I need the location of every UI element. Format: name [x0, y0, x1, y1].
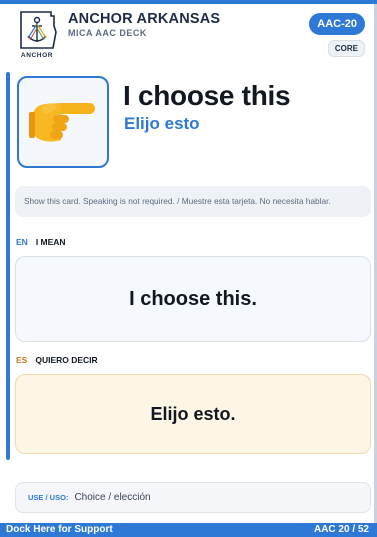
- top-accent-bar: [0, 0, 377, 4]
- english-phrase: I choose this.: [129, 287, 257, 310]
- spanish-phrase: Elijo esto.: [150, 403, 236, 424]
- english-heading: I MEAN: [35, 237, 66, 247]
- spanish-section-label: ES QUIERO DECIR: [16, 355, 98, 365]
- lang-tag-en: EN: [16, 237, 28, 247]
- app-title: ANCHOR ARKANSAS: [68, 11, 221, 27]
- dock-support-link[interactable]: Dock Here for Support: [6, 523, 113, 537]
- category-badge: CORE: [327, 40, 365, 57]
- symbol-tile[interactable]: [17, 76, 109, 168]
- instruction-banner: Show this card. Speaking is not required…: [15, 186, 371, 217]
- usage-label: USE / USO:: [28, 493, 69, 502]
- anchor-logo: ANCHOR: [15, 8, 59, 60]
- aac-card: ANCHOR ANCHOR ARKANSAS MICA AAC DECK AAC…: [0, 0, 377, 537]
- anchor-logo-icon: ANCHOR: [20, 11, 57, 59]
- page-counter: AAC 20 / 52: [313, 524, 369, 535]
- english-phrase-card[interactable]: I choose this.: [15, 256, 371, 342]
- logo-text: ANCHOR: [21, 52, 53, 59]
- scroll-indicator[interactable]: [6, 72, 10, 460]
- lang-tag-es: ES: [16, 355, 28, 365]
- app-subtitle: MICA AAC DECK: [68, 28, 147, 38]
- pointing-hand-icon: [29, 103, 95, 142]
- spanish-heading: QUIERO DECIR: [35, 355, 98, 365]
- usage-text: Choice / elección: [74, 492, 151, 503]
- phrase-translation: Elijo esto: [124, 114, 200, 133]
- card-code-badge: AAC-20: [309, 13, 365, 35]
- english-section-label: EN I MEAN: [16, 237, 66, 247]
- spanish-phrase-card[interactable]: Elijo esto.: [15, 374, 371, 454]
- usage-box: USE / USO: Choice / elección: [15, 482, 371, 513]
- brand-block: ANCHOR ARKANSAS MICA AAC DECK: [68, 11, 298, 38]
- phrase-title: I choose this: [123, 80, 291, 111]
- footer-bar: Dock Here for Support AAC 20 / 52: [0, 523, 377, 537]
